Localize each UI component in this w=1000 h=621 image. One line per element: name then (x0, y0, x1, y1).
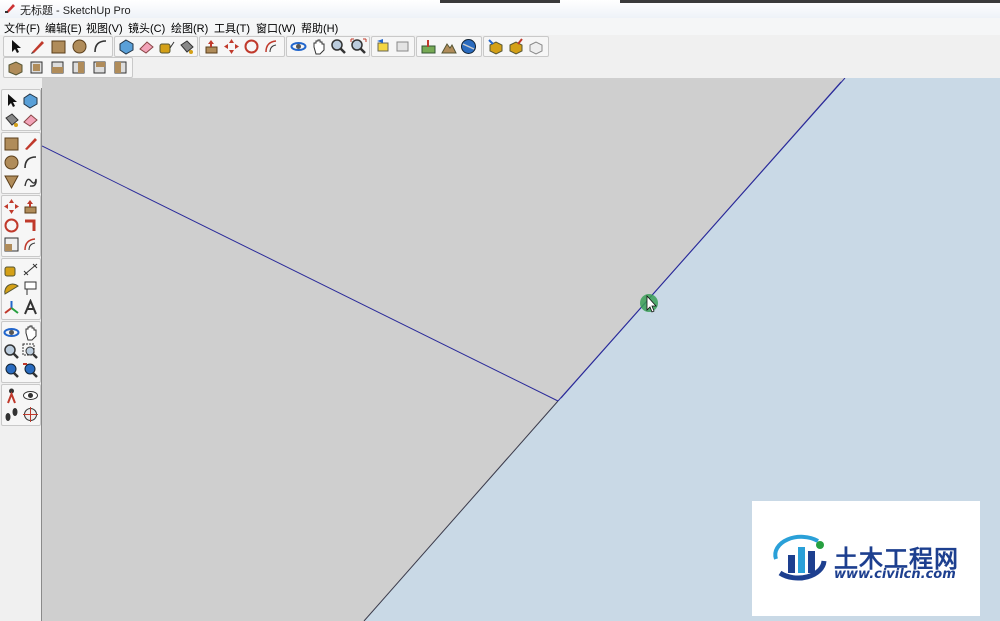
tape-measure-icon[interactable] (3, 261, 20, 278)
freehand-icon[interactable] (22, 173, 39, 190)
menu-edit[interactable]: 编辑(E) (45, 20, 82, 36)
get-models-icon[interactable] (487, 38, 504, 55)
select-arrow-icon[interactable] (3, 92, 20, 109)
paint-bucket-icon[interactable] (178, 38, 195, 55)
zoom-extents-icon[interactable] (350, 38, 367, 55)
rectangle-icon[interactable] (50, 38, 67, 55)
circle-icon[interactable] (71, 38, 88, 55)
iso-view-icon[interactable] (7, 59, 24, 76)
text-icon[interactable] (22, 280, 39, 297)
back-view-icon[interactable] (91, 59, 108, 76)
mouse-cursor-icon (640, 294, 658, 313)
axes-icon[interactable] (3, 299, 20, 316)
menu-window[interactable]: 窗口(W) (256, 20, 296, 36)
menu-tools[interactable]: 工具(T) (214, 20, 250, 36)
menu-view[interactable]: 视图(V) (86, 20, 123, 36)
globe-icon[interactable] (460, 38, 477, 55)
move-icon[interactable] (223, 38, 240, 55)
arc-icon[interactable] (92, 38, 109, 55)
eraser-icon[interactable] (22, 111, 39, 128)
previous-view-icon[interactable] (3, 362, 20, 379)
previous-view-icon[interactable] (375, 38, 392, 55)
title-bar-shade (620, 0, 1000, 3)
walk-footprints-icon[interactable] (3, 406, 20, 423)
menu-bar: 文件(F) 编辑(E) 视图(V) 镜头(C) 绘图(R) 工具(T) 窗口(W… (0, 18, 1000, 36)
menu-help[interactable]: 帮助(H) (301, 20, 338, 36)
eraser-icon[interactable] (138, 38, 155, 55)
main-toolbar (0, 35, 1000, 58)
pencil-line-icon[interactable] (29, 38, 46, 55)
large-tool-set (0, 88, 42, 621)
left-group-draw (1, 132, 41, 194)
3d-text-icon[interactable] (22, 299, 39, 316)
pan-hand-icon[interactable] (22, 324, 39, 341)
rotate-icon[interactable] (3, 217, 20, 234)
site-watermark: 土木工程网 www.civilcn.com (752, 501, 980, 616)
tape-measure-icon[interactable] (158, 38, 175, 55)
next-view-icon[interactable] (394, 38, 411, 55)
toolbar-group-standard-views (3, 57, 133, 78)
push-pull-icon[interactable] (203, 38, 220, 55)
views-toolbar (0, 57, 1000, 78)
left-group-modify (1, 195, 41, 257)
zoom-icon[interactable] (330, 38, 347, 55)
next-view-icon[interactable] (22, 362, 39, 379)
left-view-icon[interactable] (112, 59, 129, 76)
polygon-icon[interactable] (3, 173, 20, 190)
toolbar-group-location (416, 36, 482, 57)
protractor-icon[interactable] (3, 280, 20, 297)
share-model-icon[interactable] (507, 38, 524, 55)
select-arrow-icon[interactable] (7, 38, 24, 55)
pan-hand-icon[interactable] (310, 38, 327, 55)
offset-icon[interactable] (22, 236, 39, 253)
toolbar-group-modify (199, 36, 285, 57)
add-location-icon[interactable] (420, 38, 437, 55)
zoom-icon[interactable] (3, 343, 20, 360)
left-group-camera (1, 321, 41, 383)
circle-icon[interactable] (3, 154, 20, 171)
zoom-window-icon[interactable] (22, 343, 39, 360)
position-camera-icon[interactable] (3, 387, 20, 404)
toolbar-group-camera (286, 36, 370, 57)
window-title: 无标题 - SketchUp Pro (20, 5, 131, 17)
toolbar-group-edit (114, 36, 198, 57)
follow-me-icon[interactable] (22, 217, 39, 234)
ground-plane-face[interactable] (42, 78, 845, 621)
component-icon[interactable] (22, 92, 39, 109)
civilcn-logo-icon (773, 534, 827, 581)
push-pull-icon[interactable] (22, 198, 39, 215)
watermark-url: www.civilcn.com (834, 567, 956, 582)
orbit-icon[interactable] (3, 324, 20, 341)
top-view-icon[interactable] (28, 59, 45, 76)
paint-bucket-icon[interactable] (3, 111, 20, 128)
front-view-icon[interactable] (49, 59, 66, 76)
menu-file[interactable]: 文件(F) (4, 20, 40, 36)
offset-icon[interactable] (263, 38, 280, 55)
left-group-construction (1, 258, 41, 320)
toolbar-group-warehouse (483, 36, 549, 57)
orbit-icon[interactable] (290, 38, 307, 55)
dimension-icon[interactable] (22, 261, 39, 278)
component-icon[interactable] (118, 38, 135, 55)
toolbar-group-draw (3, 36, 113, 57)
right-view-icon[interactable] (70, 59, 87, 76)
pencil-line-icon[interactable] (22, 135, 39, 152)
move-icon[interactable] (3, 198, 20, 215)
look-around-eye-icon[interactable] (22, 387, 39, 404)
title-bar: 无标题 - SketchUp Pro (0, 0, 1000, 19)
menu-draw[interactable]: 绘图(R) (171, 20, 208, 36)
toggle-terrain-icon[interactable] (440, 38, 457, 55)
arc-icon[interactable] (22, 154, 39, 171)
left-group-select (1, 89, 41, 131)
menu-camera[interactable]: 镜头(C) (128, 20, 165, 36)
section-plane-icon[interactable] (22, 406, 39, 423)
extension-warehouse-icon[interactable] (527, 38, 544, 55)
rotate-icon[interactable] (243, 38, 260, 55)
sketchup-app-icon (4, 2, 16, 14)
title-bar-shade (440, 0, 560, 3)
left-group-walkthrough (1, 384, 41, 426)
rectangle-icon[interactable] (3, 135, 20, 152)
toolbar-group-views-nav (371, 36, 415, 57)
scale-icon[interactable] (3, 236, 20, 253)
